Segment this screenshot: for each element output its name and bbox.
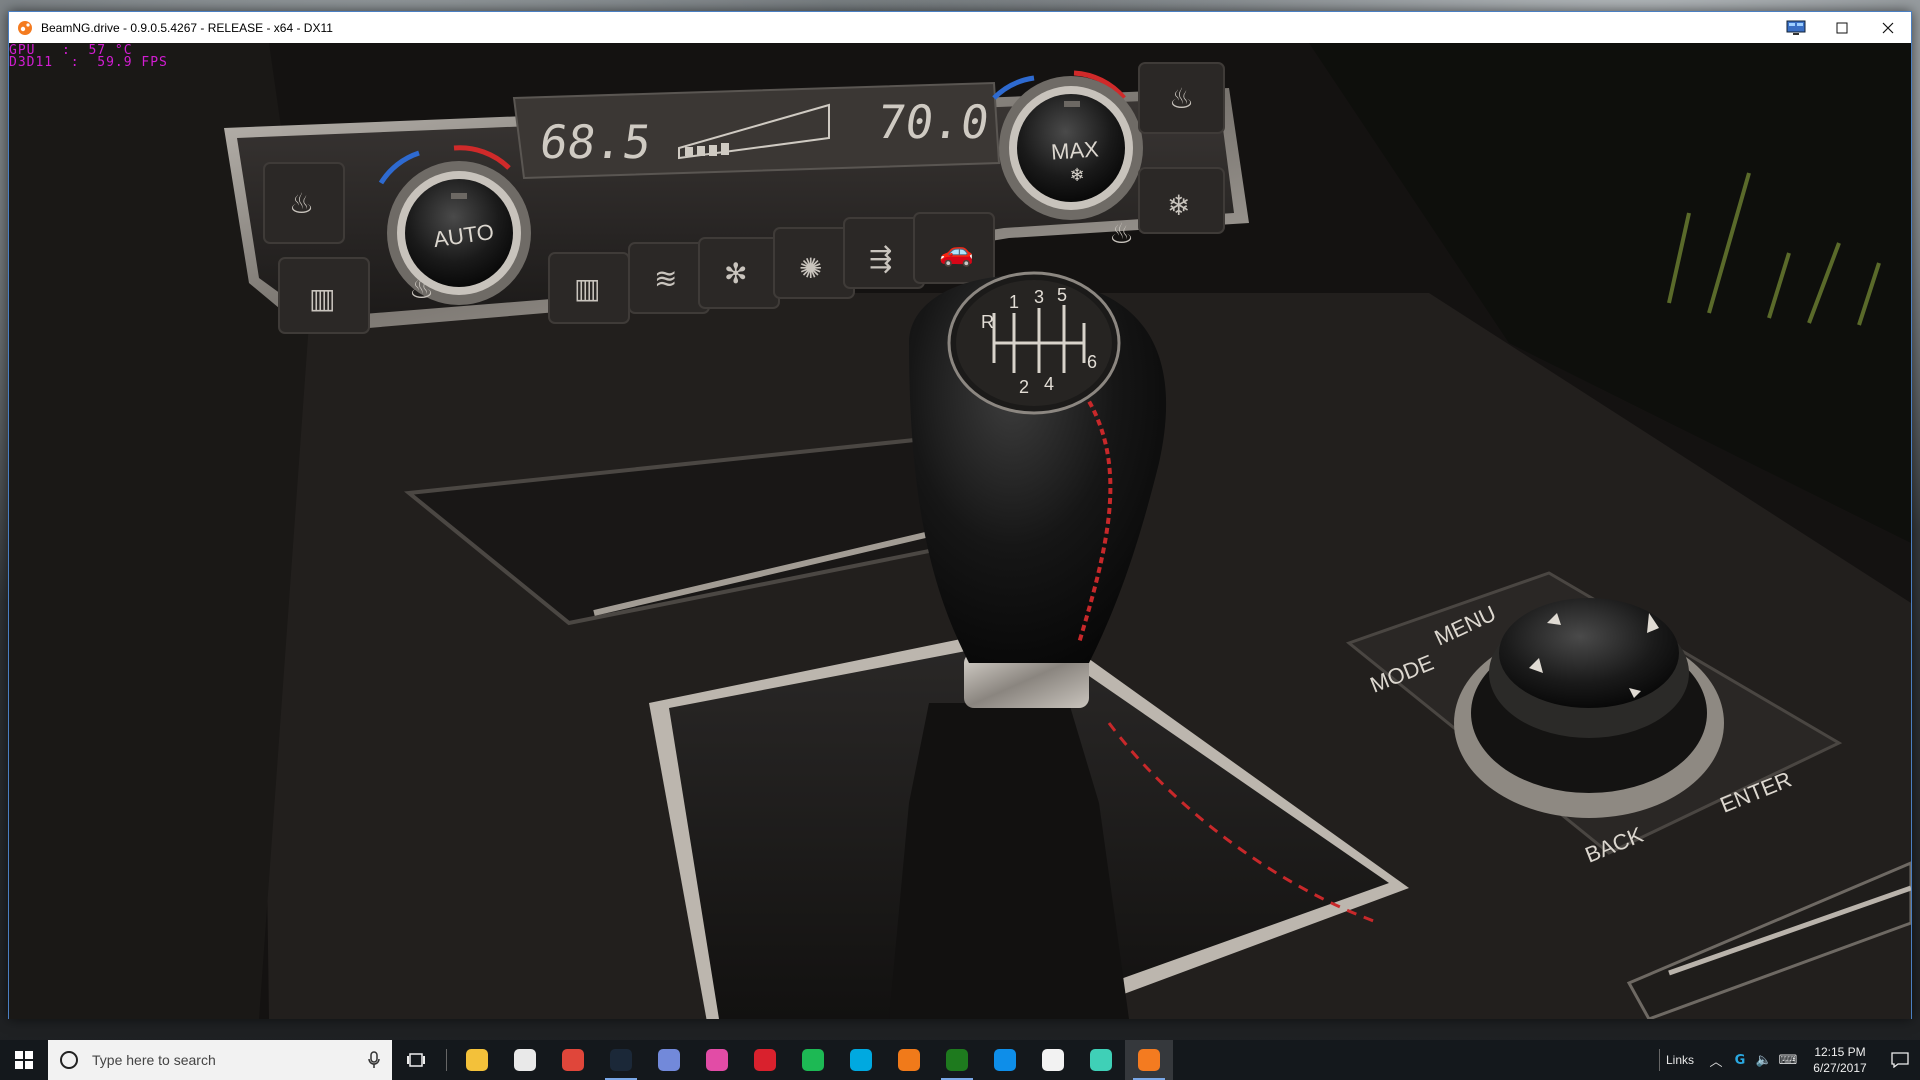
logitech-icon — [850, 1049, 872, 1071]
beamng-app-icon — [18, 20, 32, 35]
gear-label-5: 5 — [1057, 285, 1067, 305]
title-bar[interactable]: BeamNG.drive - 0.9.0.5.4267 - RELEASE - … — [9, 12, 1911, 43]
cortana-icon — [60, 1051, 78, 1069]
taskbar-search-box[interactable]: Type here to search — [48, 1040, 392, 1080]
xbox-icon — [946, 1049, 968, 1071]
spotify-icon — [802, 1049, 824, 1071]
task-view-icon — [407, 1053, 425, 1067]
chrome-taskbar-button[interactable] — [549, 1040, 597, 1080]
start-button[interactable] — [0, 1040, 48, 1080]
svg-text:⇶: ⇶ — [869, 242, 892, 275]
windows-logo-icon — [15, 1051, 33, 1069]
gear-label-3: 3 — [1034, 287, 1044, 307]
microphone-icon[interactable] — [368, 1051, 380, 1069]
gear-label-1: 1 — [1009, 292, 1019, 312]
svg-text:♨: ♨ — [409, 272, 434, 305]
discord-icon — [658, 1049, 680, 1071]
temp-right-readout: 70.0 — [874, 95, 992, 149]
beamng-taskbar-button[interactable] — [1125, 1040, 1173, 1080]
discord-taskbar-button[interactable] — [645, 1040, 693, 1080]
game-viewport[interactable]: 68.5 70.0 AUTO MAX ❄ ♨ ▥ ♨ ▥ ≋ ✻ ✺ ⇶ 🚗 ❄… — [9, 43, 1911, 1019]
search-placeholder: Type here to search — [92, 1052, 216, 1068]
store-icon — [514, 1049, 536, 1071]
mail-taskbar-button[interactable] — [1029, 1040, 1077, 1080]
task-view-button[interactable] — [392, 1040, 440, 1080]
red-app-icon — [754, 1049, 776, 1071]
svg-text:≋: ≋ — [654, 262, 677, 295]
svg-text:❄: ❄ — [1167, 189, 1190, 222]
window-controls — [1773, 12, 1911, 43]
logitech-taskbar-button[interactable] — [837, 1040, 885, 1080]
temp-left-readout: 68.5 — [536, 115, 654, 169]
svg-text:✺: ✺ — [799, 252, 822, 285]
spotify-taskbar-button[interactable] — [789, 1040, 837, 1080]
file-explorer-icon — [466, 1049, 488, 1071]
fps-readout: D3D11 : 59.9 FPS — [9, 55, 168, 70]
blender-taskbar-button[interactable] — [885, 1040, 933, 1080]
game-window: BeamNG.drive - 0.9.0.5.4267 - RELEASE - … — [8, 11, 1912, 1019]
razer-icon — [1090, 1049, 1112, 1071]
performance-overlay: GPU : 57 °C D3D11 : 59.9 FPS — [9, 44, 168, 70]
store-taskbar-button[interactable] — [501, 1040, 549, 1080]
close-button[interactable] — [1865, 12, 1911, 43]
svg-text:♨: ♨ — [1169, 82, 1194, 115]
svg-text:▥: ▥ — [309, 282, 335, 315]
svg-text:🚗: 🚗 — [939, 235, 974, 268]
chrome-icon — [562, 1049, 584, 1071]
steam-icon — [610, 1049, 632, 1071]
links-toolbar[interactable]: Links — [1666, 1053, 1694, 1067]
system-tray: Links ︿ G 🔈 ⌨ 12:15 PM 6/27/2017 — [1653, 1040, 1920, 1080]
keyboard-icon[interactable]: ⌨ — [1776, 1040, 1800, 1080]
gear-label-4: 4 — [1044, 374, 1054, 394]
paint-3d-icon — [706, 1049, 728, 1071]
window-title: BeamNG.drive - 0.9.0.5.4267 - RELEASE - … — [41, 20, 333, 35]
tray-separator — [1658, 1049, 1660, 1071]
monitor-icon[interactable] — [1773, 12, 1819, 43]
knob-right-label: MAX — [1050, 136, 1100, 164]
pinned-apps — [453, 1040, 1173, 1080]
file-explorer-taskbar-button[interactable] — [453, 1040, 501, 1080]
notifications-icon[interactable] — [1880, 1040, 1920, 1080]
steam-taskbar-button[interactable] — [597, 1040, 645, 1080]
gear-label-6: 6 — [1087, 352, 1097, 372]
chevron-up-icon[interactable]: ︿ — [1704, 1040, 1728, 1080]
red-app-taskbar-button[interactable] — [741, 1040, 789, 1080]
car-interior-scene: 68.5 70.0 AUTO MAX ❄ ♨ ▥ ♨ ▥ ≋ ✻ ✺ ⇶ 🚗 ❄… — [9, 43, 1911, 1019]
paint-3d-taskbar-button[interactable] — [693, 1040, 741, 1080]
beamng-icon — [1138, 1049, 1160, 1071]
logitech-tray-icon[interactable]: G — [1728, 1040, 1752, 1080]
xbox-taskbar-button[interactable] — [933, 1040, 981, 1080]
taskbar-separator — [446, 1049, 447, 1071]
maximize-button[interactable] — [1819, 12, 1865, 43]
close-icon — [1882, 22, 1894, 33]
volume-icon[interactable]: 🔈 — [1752, 1040, 1776, 1080]
mail-icon — [1042, 1049, 1064, 1071]
clock-date: 6/27/2017 — [1813, 1061, 1867, 1075]
gear-label-2: 2 — [1019, 377, 1029, 397]
taskbar: Type here to search Links ︿ G 🔈 ⌨ 12:15 … — [0, 1040, 1920, 1080]
svg-text:▥: ▥ — [574, 272, 600, 305]
blender-icon — [898, 1049, 920, 1071]
teamviewer-taskbar-button[interactable] — [981, 1040, 1029, 1080]
svg-text:♨: ♨ — [1109, 217, 1134, 250]
svg-text:✻: ✻ — [724, 257, 747, 290]
svg-text:❄: ❄ — [1069, 165, 1084, 186]
maximize-icon — [1836, 22, 1848, 33]
gear-label-r: R — [981, 312, 994, 332]
svg-text:♨: ♨ — [289, 187, 314, 220]
teamviewer-icon — [994, 1049, 1016, 1071]
razer-taskbar-button[interactable] — [1077, 1040, 1125, 1080]
clock-time: 12:15 PM — [1814, 1045, 1866, 1059]
clock[interactable]: 12:15 PM 6/27/2017 — [1800, 1044, 1880, 1076]
